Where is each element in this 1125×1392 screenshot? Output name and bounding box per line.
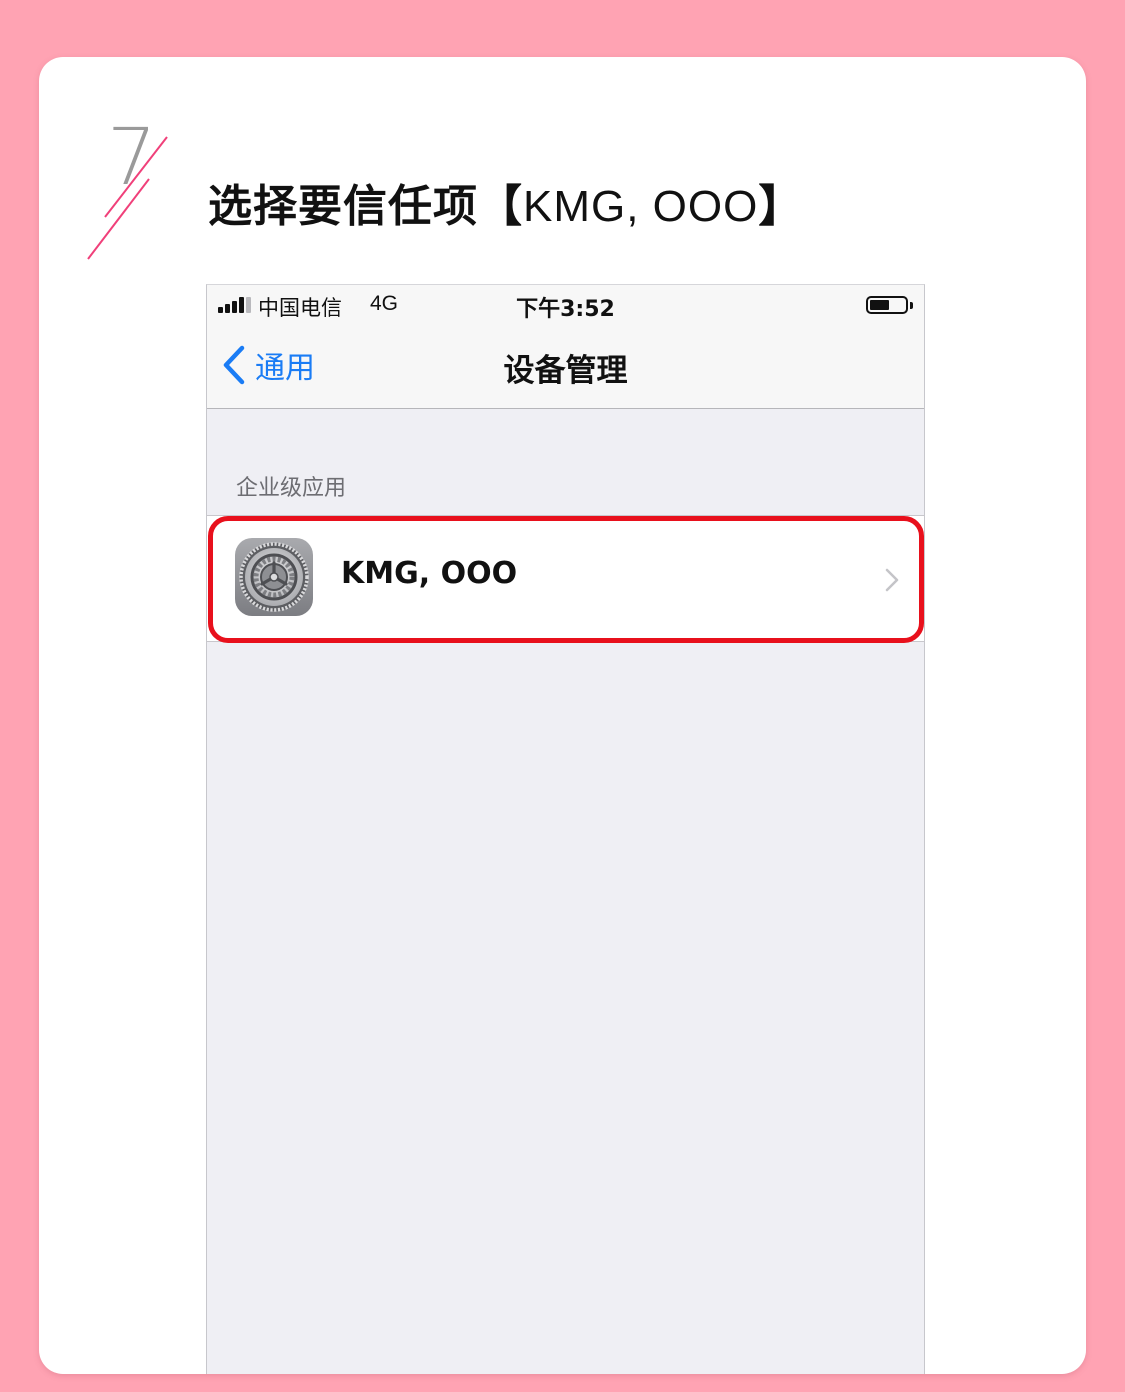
- page-title: 设备管理: [503, 353, 628, 389]
- status-time: 下午3:52: [516, 297, 615, 322]
- step-slash-decoration-icon: [87, 136, 168, 260]
- status-bar: 中国电信 4G 下午3:52: [207, 285, 924, 325]
- step-title-suffix: 】: [758, 181, 804, 232]
- navigation-header: 中国电信 4G 下午3:52 通用 设备管理: [207, 285, 924, 409]
- battery-icon: [866, 296, 914, 316]
- step-title-prefix: 选择要信任项【: [208, 181, 523, 232]
- step-title-name: KMG, OOO: [523, 182, 759, 231]
- highlight-box: [208, 516, 924, 643]
- step-title: 选择要信任项【KMG, OOO】: [208, 170, 803, 234]
- phone-screenshot: 中国电信 4G 下午3:52 通用 设备管理 企业级应用 KMG, OOO: [206, 284, 925, 1374]
- instruction-card: 7 选择要信任项【KMG, OOO】 中国电信 4G 下午3:52 通用 设备管…: [39, 57, 1086, 1374]
- section-header: 企业级应用: [236, 476, 347, 501]
